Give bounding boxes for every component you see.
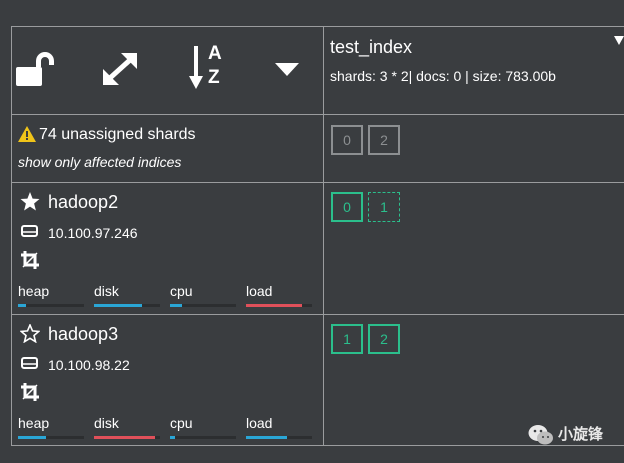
column-divider bbox=[323, 27, 324, 445]
metric-bar-cpu bbox=[170, 304, 236, 307]
unassigned-shards-count: 74 unassigned shards bbox=[39, 126, 196, 143]
initializing-shard[interactable]: 1 bbox=[368, 192, 400, 222]
row-divider bbox=[12, 314, 624, 315]
unlock-icon[interactable] bbox=[16, 51, 54, 87]
metric-fill bbox=[94, 304, 142, 307]
hdd-icon bbox=[21, 357, 38, 369]
primary-shard[interactable]: 0 bbox=[331, 192, 363, 222]
unassigned-shard[interactable]: 0 bbox=[331, 125, 363, 155]
metric-bar-disk bbox=[94, 436, 160, 439]
caret-down-icon[interactable] bbox=[275, 63, 299, 76]
sort-alpha-icon[interactable]: A Z bbox=[208, 44, 228, 90]
metric-fill bbox=[170, 436, 176, 439]
sort-arrow-icon[interactable] bbox=[189, 46, 203, 90]
wechat-icon bbox=[528, 425, 553, 445]
index-name[interactable]: test_index bbox=[330, 37, 412, 57]
metric-label-load: load bbox=[246, 415, 273, 431]
index-menu-caret-icon[interactable] bbox=[614, 36, 624, 45]
metric-label-heap: heap bbox=[18, 283, 50, 299]
metric-bar-disk bbox=[94, 304, 160, 307]
metric-bar-heap bbox=[18, 436, 84, 439]
crop-icon bbox=[21, 251, 39, 269]
replica-shard[interactable]: 1 bbox=[331, 324, 363, 354]
metric-fill bbox=[18, 304, 26, 307]
sort-letter-z: Z bbox=[208, 67, 220, 88]
sort-letter-a: A bbox=[208, 43, 222, 64]
node-name: hadoop2 bbox=[48, 192, 119, 212]
metric-label-heap: heap bbox=[18, 415, 50, 431]
metric-fill bbox=[246, 436, 287, 439]
metric-label-load: load bbox=[246, 283, 273, 299]
show-affected-indices-link[interactable]: show only affected indices bbox=[18, 154, 181, 170]
metric-bar-load bbox=[246, 436, 312, 439]
metric-fill bbox=[18, 436, 46, 439]
replica-shard[interactable]: 2 bbox=[368, 324, 400, 354]
row-divider bbox=[12, 114, 624, 115]
metric-fill bbox=[170, 304, 182, 307]
watermark-text: 小旋锋 bbox=[558, 426, 604, 443]
metric-bar-cpu bbox=[170, 436, 236, 439]
metric-bar-load bbox=[246, 304, 312, 307]
metric-label-disk: disk bbox=[94, 415, 119, 431]
node-name: hadoop3 bbox=[48, 324, 119, 344]
index-meta: shards: 3 * 2| docs: 0 | size: 783.00b bbox=[330, 68, 556, 84]
metric-label-cpu: cpu bbox=[170, 283, 193, 299]
node-ip: 10.100.97.246 bbox=[48, 225, 138, 241]
metric-fill bbox=[246, 304, 303, 307]
metric-label-disk: disk bbox=[94, 283, 119, 299]
unassigned-shard[interactable]: 2 bbox=[368, 125, 400, 155]
master-node-star-icon bbox=[20, 192, 40, 211]
metric-bar-heap bbox=[18, 304, 84, 307]
warning-icon bbox=[18, 126, 36, 142]
hdd-icon bbox=[21, 225, 38, 237]
crop-icon bbox=[21, 383, 39, 401]
metric-label-cpu: cpu bbox=[170, 415, 193, 431]
expand-icon[interactable] bbox=[101, 51, 139, 87]
row-divider bbox=[12, 182, 624, 183]
node-ip: 10.100.98.22 bbox=[48, 357, 130, 373]
star-outline-icon bbox=[20, 324, 40, 343]
metric-fill bbox=[94, 436, 155, 439]
